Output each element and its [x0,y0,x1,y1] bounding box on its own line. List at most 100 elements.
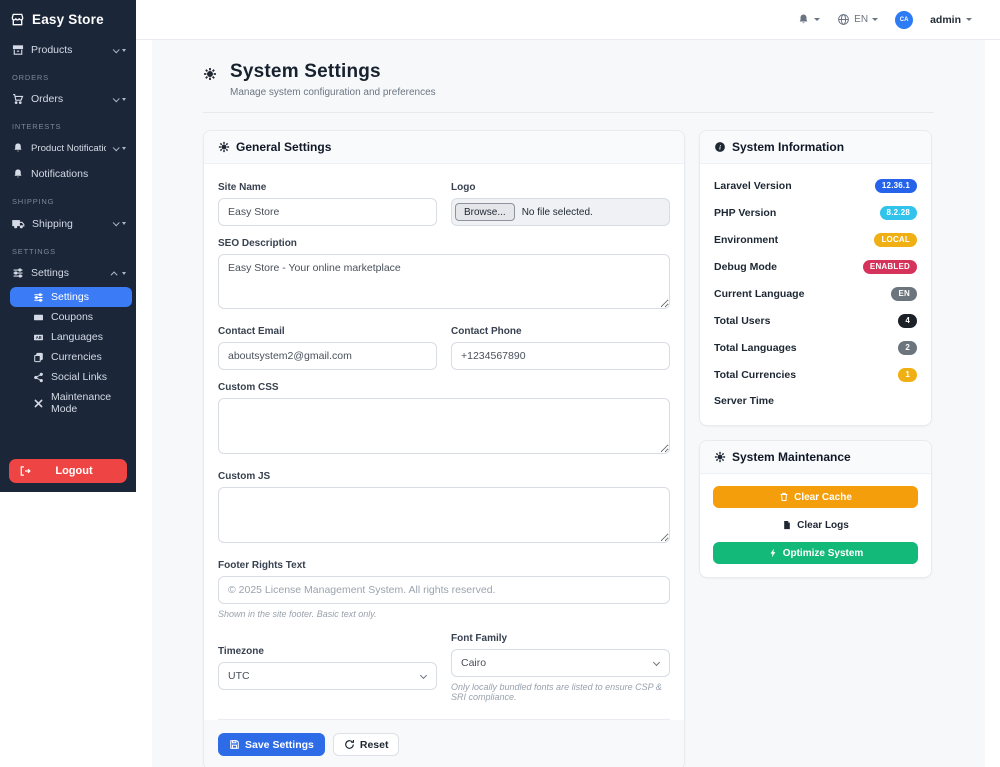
sidebar-item-product-notifications[interactable]: Product Notifications [0,135,136,161]
timezone-label: Timezone [218,646,264,657]
sidebar-item-products[interactable]: Products [0,37,136,63]
store-icon [10,12,25,27]
chevron-up-icon [110,270,126,278]
sidebar-item-label: Orders [31,93,64,105]
chevron-down-icon [419,671,428,680]
language-label: EN [854,14,869,25]
logout-icon [19,465,31,477]
notifications-dropdown[interactable] [797,13,821,26]
sidebar-item-notifications[interactable]: Notifications [0,161,136,187]
contact-phone-input[interactable] [451,342,670,370]
custom-css-textarea[interactable] [218,398,670,454]
cart-icon [12,93,24,105]
sidebar-item-shipping[interactable]: Shipping [0,210,136,237]
submenu-item-label: Maintenance Mode [51,391,112,415]
refresh-icon [344,739,355,750]
contact-email-input[interactable] [218,342,437,370]
username-label: admin [930,13,961,26]
optimize-system-button[interactable]: Optimize System [713,542,918,564]
submenu-item-maintenance-mode[interactable]: Maintenance Mode [0,387,136,419]
gear-icon [218,141,230,153]
footer-rights-label: Footer Rights Text [218,560,306,571]
browse-button[interactable]: Browse... [455,203,515,221]
bell-icon [12,168,24,180]
font-family-value: Cairo [461,657,487,669]
truck-icon [12,217,25,230]
sliders-icon [12,267,24,279]
total-languages-badge: 2 [898,340,917,355]
submenu-item-social-links[interactable]: Social Links [0,367,136,387]
sidebar-item-orders[interactable]: Orders [0,86,136,112]
form-footer: Save Settings Reset [204,720,684,767]
sidebar-item-label: Notifications [31,168,89,180]
info-row: Total Languages 2 [714,334,917,361]
debug-mode-badge: ENABLED [862,259,917,274]
site-name-input[interactable] [218,198,437,226]
system-maintenance-card: System Maintenance Clear Cache Clear Log… [699,440,932,578]
submenu-item-settings[interactable]: Settings [10,287,132,307]
timezone-value: UTC [228,670,250,682]
font-family-help: Only locally bundled fonts are listed to… [451,682,662,702]
submenu-item-label: Settings [51,291,89,303]
coupon-icon [33,312,44,323]
chevron-down-icon [872,18,879,21]
custom-js-textarea[interactable] [218,487,670,543]
info-row: Total Currencies 1 [714,361,917,388]
info-icon: i [714,141,726,153]
system-maintenance-header: System Maintenance [700,441,931,474]
reset-button[interactable]: Reset [332,733,400,756]
gear-icon [714,451,726,463]
card-title: General Settings [236,140,332,154]
logo-file-input[interactable]: Browse... No file selected. [451,198,670,226]
save-settings-button[interactable]: Save Settings [218,733,325,756]
section-label-settings: SETTINGS [12,247,56,256]
logout-label: Logout [55,465,93,477]
timezone-select[interactable]: UTC [218,662,437,690]
seo-description-textarea[interactable]: Easy Store - Your online marketplace [218,254,670,309]
info-row: Current Language EN [714,280,917,307]
logout-button[interactable]: Logout [9,459,127,483]
save-settings-label: Save Settings [245,738,314,751]
footer-rights-help: Shown in the site footer. Basic text onl… [218,609,377,619]
info-row: Environment LOCAL [714,226,917,253]
contact-phone-label: Contact Phone [451,326,522,337]
site-name-label: Site Name [218,182,267,193]
globe-icon [837,13,850,26]
chevron-down-icon [112,45,126,53]
brand-label: Easy Store [32,12,104,27]
page-title: System Settings [230,61,381,82]
footer-rights-input[interactable] [218,576,670,604]
bell-icon [12,142,24,154]
share-icon [33,372,44,383]
font-family-select[interactable]: Cairo [451,649,670,677]
sliders-icon [33,292,44,303]
info-row: PHP Version 8.2.28 [714,199,917,226]
brand[interactable]: Easy Store [0,10,136,37]
system-information-card: i System Information Laravel Version 12.3… [699,130,932,426]
submenu-item-currencies[interactable]: Currencies [0,347,136,367]
chevron-down-icon [112,219,126,227]
avatar[interactable]: CA [895,10,914,29]
clear-logs-button[interactable]: Clear Logs [713,514,918,536]
user-dropdown[interactable]: admin [930,14,972,26]
optimize-system-label: Optimize System [782,547,864,559]
general-settings-header: General Settings [204,131,684,164]
section-label-shipping: SHIPPING [12,197,55,206]
chevron-down-icon [966,18,972,21]
logo-label: Logo [451,182,476,193]
gear-icon [203,67,217,81]
clear-cache-button[interactable]: Clear Cache [713,486,918,508]
laravel-version-badge: 12.36.1 [874,178,917,193]
php-version-badge: 8.2.28 [879,205,917,220]
sidebar-item-settings[interactable]: Settings [0,260,136,286]
trash-icon [779,492,789,502]
general-settings-card: General Settings Site Name Logo Browse..… [203,130,685,767]
font-family-label: Font Family [451,633,508,644]
system-information-header: i System Information [700,131,931,164]
submenu-item-coupons[interactable]: Coupons [0,307,136,327]
language-icon: AB [33,332,44,343]
submenu-item-languages[interactable]: AB Languages [0,327,136,347]
sidebar-item-label: Settings [31,267,69,279]
svg-text:AB: AB [36,335,42,340]
language-dropdown[interactable]: EN [837,13,879,26]
